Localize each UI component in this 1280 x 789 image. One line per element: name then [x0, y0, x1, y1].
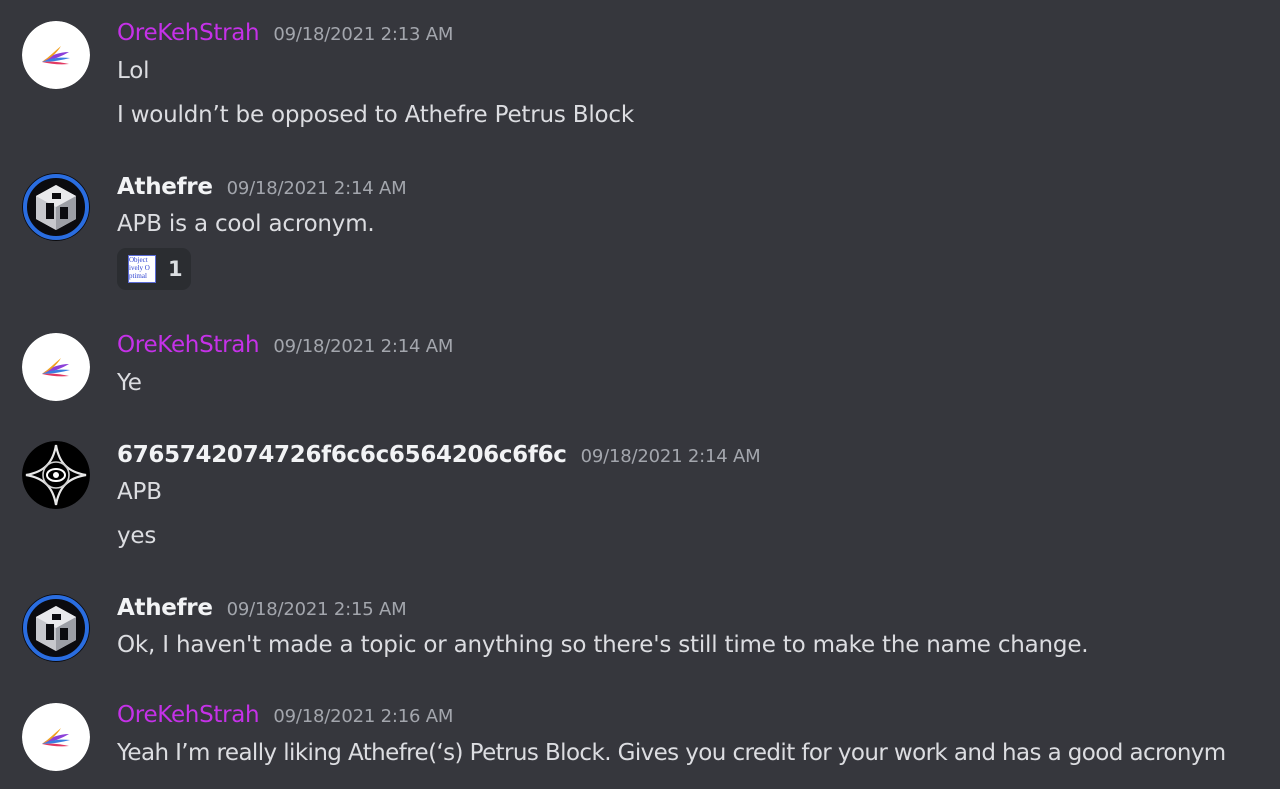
message-header: Athefre 09/18/2021 2:15 AM: [117, 595, 407, 625]
message-header: OreKehStrah 09/18/2021 2:13 AM: [117, 20, 453, 50]
message-text: Yeah I’m really liking Athefre(‘s) Petru…: [117, 740, 1226, 766]
username[interactable]: OreKehStrah: [117, 20, 260, 46]
message-text: Ye: [117, 370, 142, 396]
timestamp[interactable]: 09/18/2021 2:14 AM: [227, 178, 407, 199]
emoji-text-line: ively O: [129, 264, 150, 272]
timestamp[interactable]: 09/18/2021 2:14 AM: [581, 446, 761, 467]
message-header: OreKehStrah 09/18/2021 2:16 AM: [117, 702, 453, 732]
chat-message-list: OreKehStrah 09/18/2021 2:13 AM Lol I wou…: [0, 0, 1280, 789]
message-text: yes: [117, 523, 157, 549]
reaction-button[interactable]: Object ively O ptimal 1: [117, 248, 191, 290]
message-text: I wouldn’t be opposed to Athefre Petrus …: [117, 102, 634, 128]
cube-logo-icon: [22, 594, 90, 662]
cube-logo-icon: [22, 173, 90, 241]
timestamp[interactable]: 09/18/2021 2:13 AM: [273, 24, 453, 45]
message-header: 6765742074726f6c6c6564206c6f6c 09/18/202…: [117, 442, 761, 472]
message-text: Lol: [117, 58, 150, 84]
timestamp[interactable]: 09/18/2021 2:14 AM: [273, 336, 453, 357]
message-text: APB: [117, 479, 162, 505]
custom-emoji-icon: Object ively O ptimal: [128, 255, 156, 283]
reaction-count: 1: [168, 257, 183, 281]
user-avatar-athefre[interactable]: [22, 594, 90, 662]
emoji-text-line: Object: [129, 256, 148, 264]
username[interactable]: 6765742074726f6c6c6564206c6f6c: [117, 442, 567, 468]
user-avatar-hex-user[interactable]: [22, 441, 90, 509]
username[interactable]: Athefre: [117, 595, 213, 621]
user-avatar-athefre[interactable]: [22, 173, 90, 241]
emoji-text-line: ptimal: [129, 272, 147, 280]
username[interactable]: Athefre: [117, 174, 213, 200]
message-text: APB is a cool acronym.: [117, 211, 375, 237]
username[interactable]: OreKehStrah: [117, 702, 260, 728]
username[interactable]: OreKehStrah: [117, 332, 260, 358]
user-avatar-orekehstrah[interactable]: [22, 703, 90, 771]
message-header: Athefre 09/18/2021 2:14 AM: [117, 174, 407, 204]
feather-logo-icon: [22, 333, 90, 401]
timestamp[interactable]: 09/18/2021 2:16 AM: [273, 706, 453, 727]
message-header: OreKehStrah 09/18/2021 2:14 AM: [117, 332, 453, 362]
user-avatar-orekehstrah[interactable]: [22, 21, 90, 89]
message-text: Ok, I haven't made a topic or anything s…: [117, 632, 1089, 658]
feather-logo-icon: [22, 703, 90, 771]
feather-logo-icon: [22, 21, 90, 89]
user-avatar-orekehstrah[interactable]: [22, 333, 90, 401]
star-eye-icon: [22, 441, 90, 509]
timestamp[interactable]: 09/18/2021 2:15 AM: [227, 599, 407, 620]
